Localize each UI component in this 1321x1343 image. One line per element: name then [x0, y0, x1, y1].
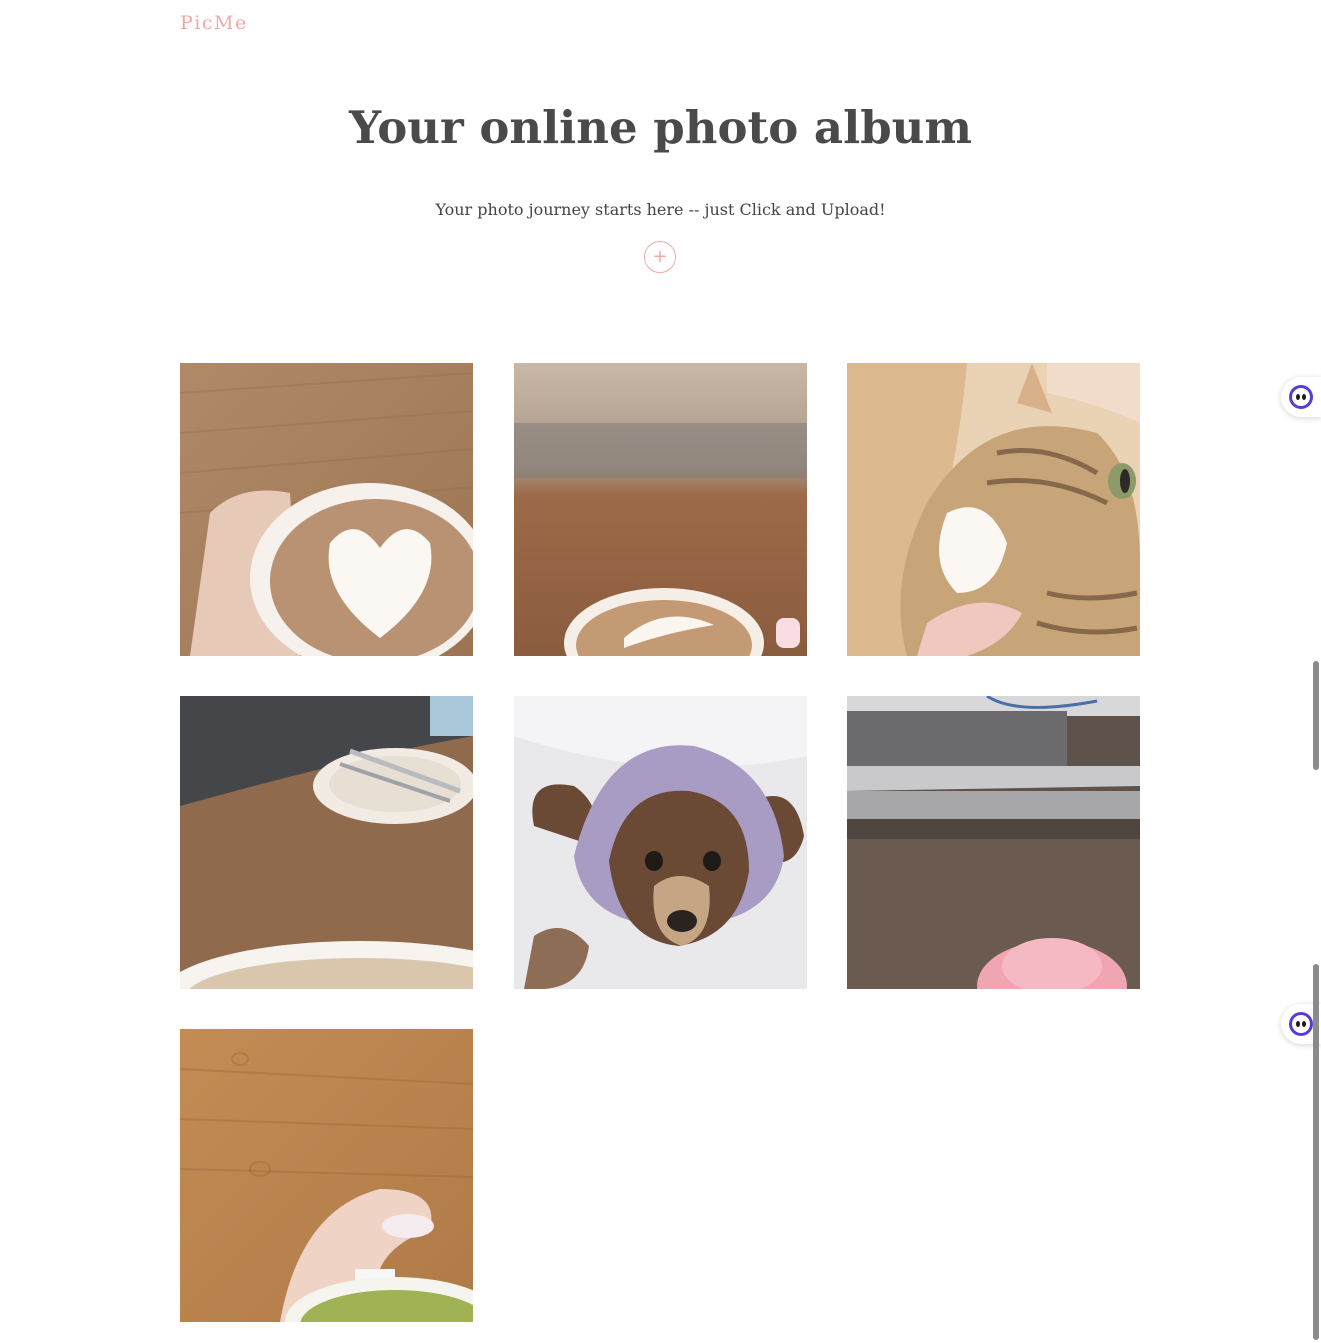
navbar: PicMe — [180, 12, 248, 34]
gallery-photo-empty-plate[interactable] — [180, 696, 473, 989]
gallery-photo-latte-table[interactable] — [514, 363, 807, 656]
scrollbar-thumb-upper[interactable] — [1313, 661, 1319, 770]
scrollbar-thumb-lower[interactable] — [1313, 964, 1319, 1340]
empty-plate-image — [180, 696, 473, 989]
assistant-face-icon — [1289, 385, 1313, 409]
assistant-widget-top[interactable] — [1281, 377, 1321, 417]
gallery-photo-latte-heart[interactable] — [180, 363, 473, 656]
plus-icon: + — [652, 245, 668, 267]
tabby-cat-image — [847, 363, 1140, 656]
pink-dessert-image — [847, 696, 1140, 989]
latte-heart-image — [180, 363, 473, 656]
matcha-latte-image — [180, 1029, 473, 1322]
gallery-photo-pink-dessert[interactable] — [847, 696, 1140, 989]
page-subtitle: Your photo journey starts here -- just C… — [435, 200, 886, 219]
gallery-photo-matcha[interactable] — [180, 1029, 473, 1322]
latte-table-image — [514, 363, 807, 656]
brand-logo[interactable]: PicMe — [180, 12, 248, 34]
hero-section: Your online photo album Your photo journ… — [0, 96, 1321, 222]
assistant-face-icon — [1289, 1012, 1313, 1036]
upload-button[interactable]: + — [644, 241, 676, 273]
dog-bonnet-image — [514, 696, 807, 989]
gallery-photo-tabby-cat[interactable] — [847, 363, 1140, 656]
gallery-photo-dog-bonnet[interactable] — [514, 696, 807, 989]
page-title: Your online photo album — [349, 101, 972, 154]
